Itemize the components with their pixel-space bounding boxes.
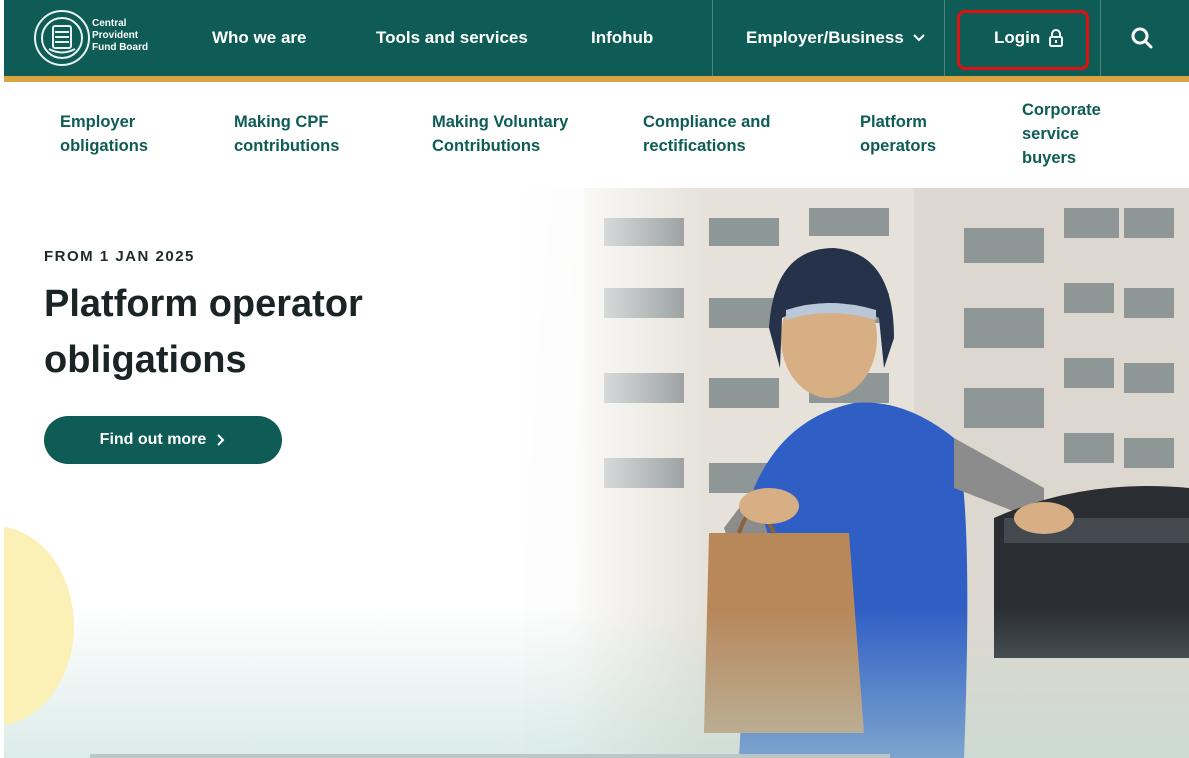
search-button[interactable]: [1128, 24, 1156, 52]
login-label: Login: [994, 28, 1041, 47]
nav-employer-business-label: Employer/Business: [746, 28, 904, 47]
navbar-accent-stripe: [4, 76, 1189, 82]
subnav-platform-operators[interactable]: Platform operators: [860, 110, 936, 158]
subnav-employer-obligations[interactable]: Employer obligations: [60, 110, 148, 158]
cpf-seal-icon: [41, 17, 83, 59]
nav-employer-business[interactable]: Employer/Business: [746, 0, 926, 76]
nav-divider: [712, 0, 713, 76]
carousel-indicator[interactable]: [90, 754, 890, 758]
find-out-more-button[interactable]: Find out more: [44, 416, 282, 464]
logo-text: Central Provident Fund Board: [92, 18, 149, 53]
hero-title: Platform operator obligations: [44, 283, 363, 381]
lock-icon: [1049, 29, 1064, 47]
nav-who-we-are[interactable]: Who we are: [212, 0, 306, 76]
hero-banner: FROM 1 JAN 2025 Platform operator obliga…: [4, 188, 1189, 758]
subnav-compliance-and-rectifications[interactable]: Compliance and rectifications: [643, 110, 770, 158]
subnav-corporate-service-buyers[interactable]: Corporate service buyers: [1022, 98, 1101, 170]
hero-eyebrow: FROM 1 JAN 2025: [44, 248, 195, 265]
nav-divider: [1100, 0, 1101, 76]
search-icon: [1131, 27, 1153, 49]
subnav-making-cpf-contributions[interactable]: Making CPF contributions: [234, 110, 339, 158]
chevron-down-icon: [913, 34, 925, 42]
cpf-logo[interactable]: [34, 10, 90, 66]
chevron-right-icon: [217, 434, 225, 446]
nav-infohub[interactable]: Infohub: [591, 0, 653, 76]
cta-label: Find out more: [99, 431, 207, 448]
subnav-making-voluntary-contributions[interactable]: Making Voluntary Contributions: [432, 110, 568, 158]
nav-tools-and-services[interactable]: Tools and services: [376, 0, 528, 76]
hero-bottom-gradient: [4, 608, 1189, 758]
login-button[interactable]: Login: [994, 0, 1064, 76]
nav-divider: [944, 0, 945, 76]
